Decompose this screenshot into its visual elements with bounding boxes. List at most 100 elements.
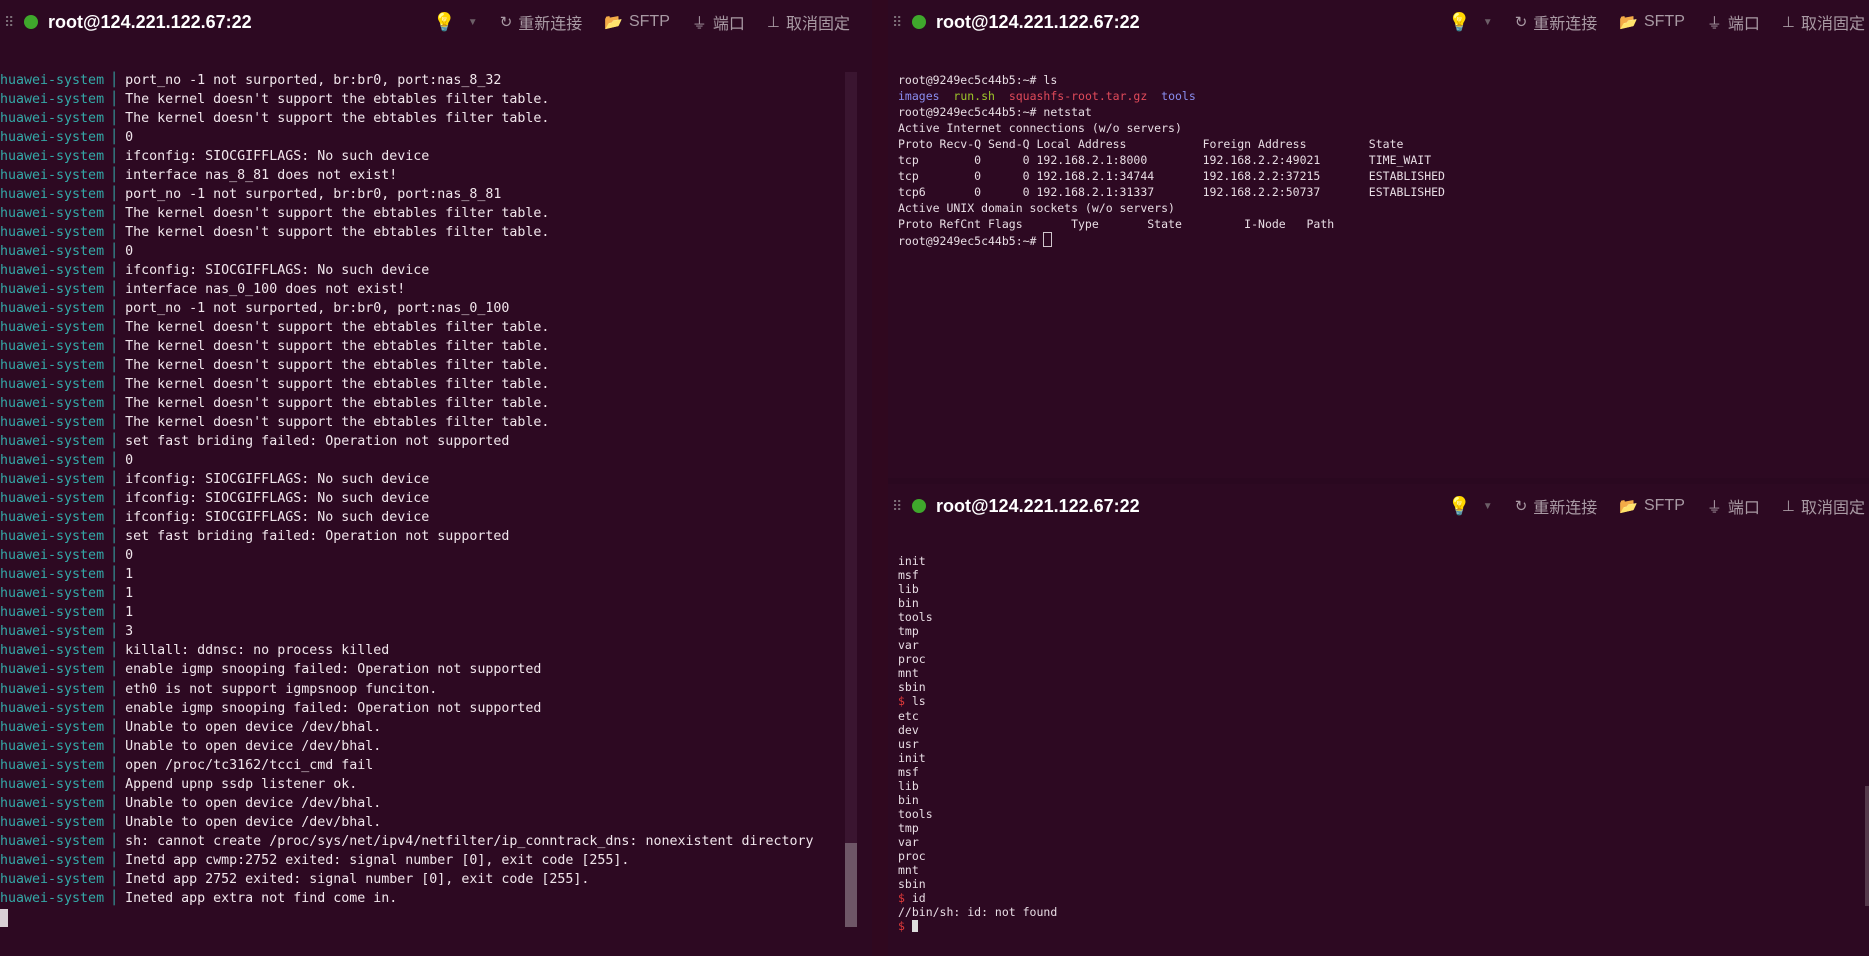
ls-entry: msf (898, 568, 919, 583)
log-separator: │ (110, 358, 119, 374)
unpin-button[interactable]: ⊥ 取消固定 (767, 10, 850, 34)
log-separator: │ (110, 92, 119, 108)
lightbulb-icon: 💡 (1448, 11, 1471, 32)
unpin-button[interactable]: ⊥ 取消固定 (1782, 494, 1865, 518)
log-line: huawei-system │ 0 (0, 242, 872, 261)
terminal-cursor (0, 909, 8, 927)
sftp-button[interactable]: 📂 SFTP (1619, 13, 1685, 31)
log-separator: │ (110, 852, 119, 868)
port-button[interactable]: ⏚ 端口 (1707, 10, 1760, 34)
netstat-line: Proto RefCnt Flags Type State I-Node Pat… (898, 217, 1335, 231)
log-line: huawei-system │ The kernel doesn't support… (0, 413, 872, 432)
refresh-icon: ↻ (1514, 14, 1528, 31)
log-line: huawei-system │ 0 (0, 451, 872, 470)
pane-header: ⠿ root@124.221.122.67:22 💡 ▼ ↻ 重新连接 📂 SFTP … (0, 0, 872, 44)
log-separator: │ (110, 833, 119, 849)
log-source: huawei-system (0, 681, 105, 697)
folder-icon: 📂 (604, 14, 623, 31)
log-source: huawei-system (0, 92, 105, 108)
log-separator: │ (110, 795, 119, 811)
scrollbar-thumb[interactable] (1865, 786, 1869, 906)
terminal-output[interactable]: root@9249ec5c44b5:~# ls images run.sh squ… (898, 72, 1445, 249)
port-button[interactable]: ⏚ 端口 (692, 10, 745, 34)
log-line: huawei-system │ interface nas_0_100 does n… (0, 280, 872, 299)
log-message: The kernel doesn't support the ebtables … (125, 320, 550, 336)
pane-header: ⠿ root@124.221.122.67:22 💡 ▼ ↻ 重新连接 📂 SFTP … (888, 0, 1869, 44)
scrollbar-track[interactable] (845, 72, 857, 927)
log-separator: │ (110, 320, 119, 336)
log-source: huawei-system (0, 738, 105, 754)
lightbulb-menu[interactable]: 💡 ▼ (433, 12, 477, 33)
log-message: 0 (125, 130, 134, 146)
log-separator: │ (110, 871, 119, 887)
chevron-down-icon: ▼ (467, 16, 478, 28)
log-source: huawei-system (0, 320, 105, 336)
reconnect-button[interactable]: ↻ 重新连接 (500, 10, 583, 34)
prompt-line: $ (898, 919, 1057, 933)
terminal-pane-bottom-right[interactable]: ⠿ root@124.221.122.67:22 💡 ▼ ↻ 重新连接 📂 SFTP … (888, 484, 1869, 956)
log-source: huawei-system (0, 225, 105, 241)
log-source: huawei-system (0, 358, 105, 374)
log-source: huawei-system (0, 187, 105, 203)
log-line: huawei-system │ enable igmp snooping faile… (0, 660, 872, 679)
command-text: ls (911, 694, 926, 709)
scrollbar-thumb[interactable] (845, 843, 857, 927)
log-separator: │ (110, 187, 119, 203)
log-message: enable igmp snooping failed: Operation n… (125, 700, 542, 716)
unpin-button[interactable]: ⊥ 取消固定 (1782, 10, 1865, 34)
log-message: Inetd app 2752 exited: signal number [0]… (125, 871, 590, 887)
log-message: 0 (125, 453, 134, 469)
log-source: huawei-system (0, 396, 105, 412)
port-button[interactable]: ⏚ 端口 (1707, 494, 1760, 518)
terminal-pane-left[interactable]: ⠿ root@124.221.122.67:22 💡 ▼ ↻ 重新连接 📂 SFTP … (0, 0, 872, 956)
log-line: huawei-system │ The kernel doesn't support… (0, 204, 872, 223)
terminal-output[interactable]: huawei-system │ port_no -1 not surported, … (0, 71, 872, 908)
log-message: The kernel doesn't support the ebtables … (125, 111, 550, 127)
terminal-pane-top-right[interactable]: ⠿ root@124.221.122.67:22 💡 ▼ ↻ 重新连接 📂 SFTP … (888, 0, 1869, 478)
log-line: huawei-system │ ifconfig: SIOCGIFFLAGS: No… (0, 147, 872, 166)
log-source: huawei-system (0, 662, 105, 678)
log-line: huawei-system │ Ineted app extra not find … (0, 889, 872, 908)
ls-output: images run.sh squashfs-root.tar.gz tools (898, 88, 1445, 104)
terminal-output[interactable]: init msf lib bin tools tmp var proc mnt sbin $ ls e… (898, 554, 1057, 933)
sftp-button[interactable]: 📂 SFTP (604, 13, 670, 31)
lightbulb-icon: 💡 (433, 11, 456, 32)
log-source: huawei-system (0, 168, 105, 184)
reconnect-button[interactable]: ↻ 重新连接 (1515, 494, 1598, 518)
log-separator: │ (110, 453, 119, 469)
reconnect-button[interactable]: ↻ 重新连接 (1515, 10, 1598, 34)
sftp-button[interactable]: 📂 SFTP (1619, 497, 1685, 515)
terminal-cursor (1043, 232, 1053, 247)
log-separator: │ (110, 586, 119, 602)
log-source: huawei-system (0, 567, 105, 583)
ls-entry: sbin (898, 877, 926, 892)
pane-divider-vertical[interactable] (872, 0, 888, 956)
lightbulb-menu[interactable]: 💡 ▼ (1448, 12, 1492, 33)
log-separator: │ (110, 73, 119, 88)
drag-handle-icon[interactable]: ⠿ (892, 498, 902, 514)
log-separator: │ (110, 263, 119, 279)
log-line: huawei-system │ The kernel doesn't support… (0, 90, 872, 109)
log-separator: │ (110, 814, 119, 830)
log-line: huawei-system │ port_no -1 not surported, … (0, 185, 872, 204)
log-line: huawei-system │ set fast briding failed: O… (0, 432, 872, 451)
terminal-cursor (911, 920, 918, 933)
log-line: huawei-system │ set fast briding failed: O… (0, 527, 872, 546)
lightbulb-menu[interactable]: 💡 ▼ (1448, 496, 1492, 517)
log-source: huawei-system (0, 130, 105, 146)
log-source: huawei-system (0, 472, 105, 488)
log-message: 1 (125, 605, 134, 621)
refresh-icon: ↻ (1514, 498, 1528, 515)
log-source: huawei-system (0, 586, 105, 602)
log-line: huawei-system │ Inetd app cwmp:2752 exited… (0, 851, 872, 870)
log-separator: │ (110, 225, 119, 241)
log-source: huawei-system (0, 301, 105, 317)
drag-handle-icon[interactable]: ⠿ (892, 14, 902, 30)
drag-handle-icon[interactable]: ⠿ (4, 14, 14, 30)
log-separator: │ (110, 149, 119, 165)
log-line: huawei-system │ open /proc/tc3162/tcci_cmd… (0, 756, 872, 775)
log-source: huawei-system (0, 453, 105, 469)
chevron-down-icon: ▼ (1482, 500, 1493, 512)
log-message: Unable to open device /dev/bhal. (125, 795, 382, 811)
log-line: huawei-system │ The kernel doesn't support… (0, 223, 872, 242)
